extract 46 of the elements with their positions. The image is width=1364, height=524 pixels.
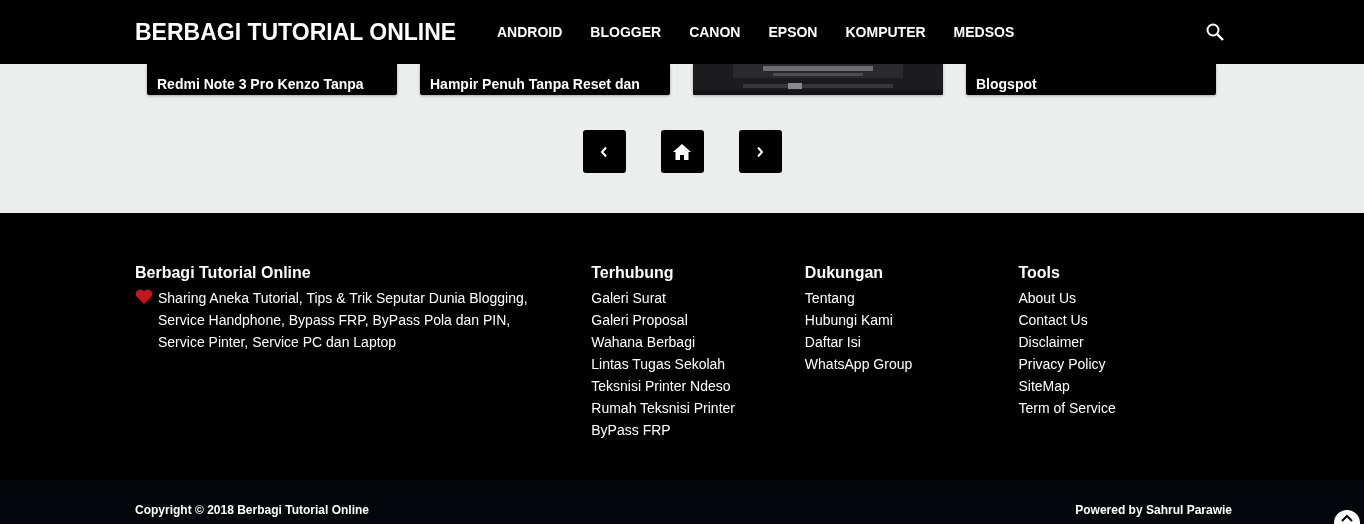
footer-link[interactable]: Galeri Proposal: [591, 309, 805, 331]
nav-link[interactable]: MEDSOS: [953, 24, 1015, 40]
post-card[interactable]: Hampir Penuh Tanpa Reset dan: [420, 64, 670, 95]
footer-link[interactable]: Wahana Berbagi: [591, 331, 805, 353]
site-description: Sharing Aneka Tutorial, Tips & Trik Seputar Dunia Blogging, Service Handphone, Bypass FRP, ByPass Pola dan PIN, Service Pinter, Service PC dan Laptop: [158, 289, 529, 352]
footer-link[interactable]: Privacy Policy: [1018, 353, 1232, 375]
chevron-right-icon: [755, 145, 765, 158]
search-icon[interactable]: [1206, 23, 1224, 41]
copyright-text: Copyright © 2018 Berbagi Tutorial Online: [135, 503, 369, 517]
nav-link[interactable]: BLOGGER: [590, 24, 662, 40]
footer-link[interactable]: Teksnisi Printer Ndeso: [591, 375, 805, 397]
footer-link[interactable]: WhatsApp Group: [804, 353, 1019, 375]
next-button[interactable]: [738, 130, 782, 173]
home-button[interactable]: [660, 130, 704, 173]
footer-heading: Terhubung: [591, 264, 675, 282]
footer-link[interactable]: About Us: [1018, 287, 1232, 309]
footer-heading: Tools: [1018, 264, 1061, 282]
post-title-line: Redmi Note 3 Pro Kenzo Tanpa: [157, 75, 365, 94]
post-card[interactable]: Redmi Note 3 Pro Kenzo Tanpa: [147, 64, 397, 95]
site-logo[interactable]: BERBAGI TUTORIAL ONLINE: [135, 18, 497, 46]
footer-link[interactable]: Term of Service: [1018, 397, 1232, 419]
footer-link[interactable]: Contact Us: [1018, 309, 1232, 331]
footer-link[interactable]: Galeri Surat: [591, 287, 805, 309]
chevron-left-icon: [599, 145, 609, 158]
nav-link[interactable]: EPSON: [768, 24, 818, 40]
previous-button[interactable]: [582, 130, 626, 173]
post-title-line: Blogspot: [976, 75, 1038, 94]
footer-link[interactable]: Hubungi Kami: [804, 309, 1019, 331]
home-icon: [673, 143, 691, 160]
nav-link[interactable]: KOMPUTER: [845, 24, 926, 40]
post-title-line: Hampir Penuh Tanpa Reset dan: [430, 75, 641, 94]
footer-link[interactable]: SiteMap: [1018, 375, 1232, 397]
footer-heading: Berbagi Tutorial Online: [135, 264, 312, 282]
footer-link[interactable]: Daftar Isi: [804, 331, 1019, 353]
nav-link[interactable]: CANON: [689, 24, 741, 40]
nav-link[interactable]: ANDROID: [497, 24, 563, 40]
footer-link[interactable]: Rumah Teksnisi Printer: [591, 397, 805, 419]
powered-by-text: Powered by Sahrul Parawie: [1075, 503, 1232, 517]
footer-heading: Dukungan: [804, 264, 885, 282]
footer-link[interactable]: ByPass FRP: [591, 419, 805, 441]
post-card[interactable]: Blogspot: [966, 64, 1216, 95]
footer-link[interactable]: Lintas Tugas Sekolah: [591, 353, 805, 375]
footer-link[interactable]: Tentang: [804, 287, 1019, 309]
chevron-up-icon: [1341, 514, 1353, 522]
footer-link[interactable]: Disclaimer: [1018, 331, 1232, 353]
heart-icon: [135, 289, 153, 304]
